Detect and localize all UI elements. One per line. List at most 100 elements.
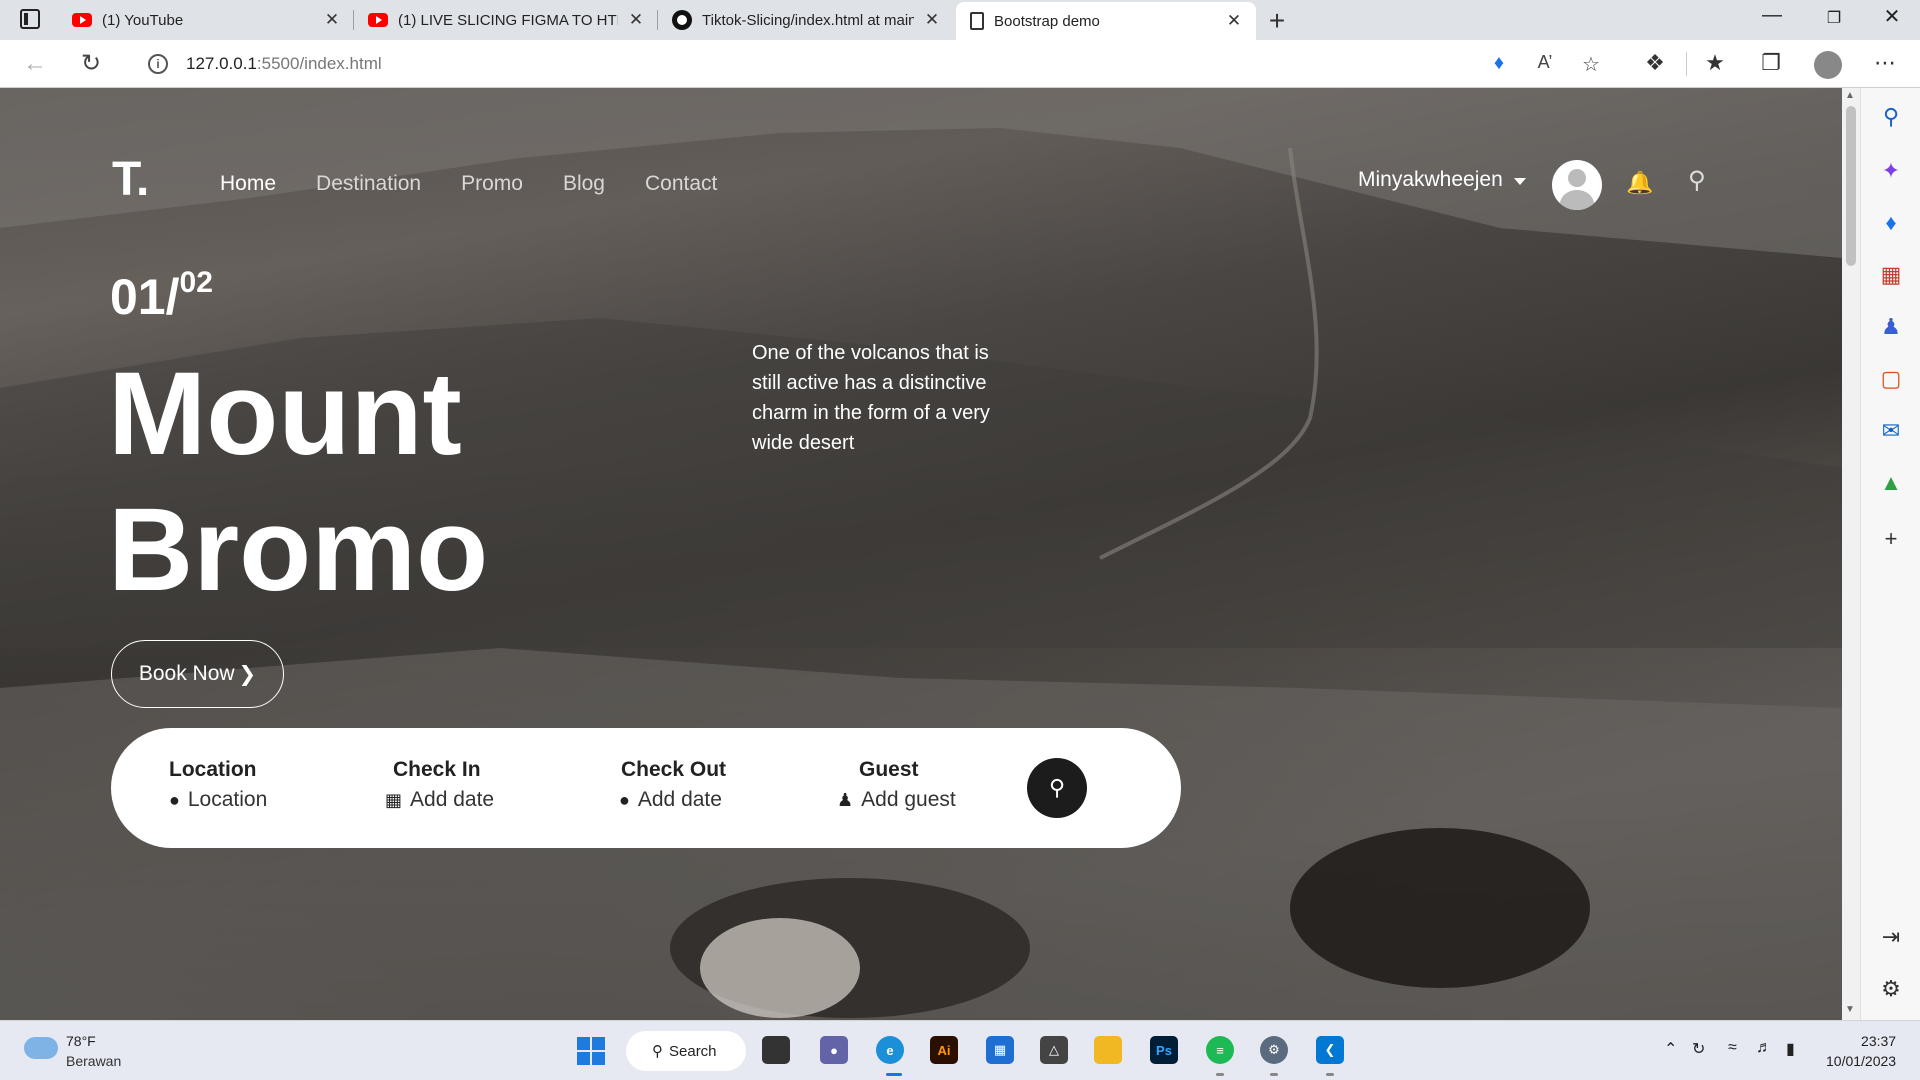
tab-label: Bootstrap demo [994, 12, 1100, 30]
tab-youtube[interactable]: (1) YouTube ✕ [58, 0, 354, 40]
scroll-thumb[interactable] [1846, 106, 1856, 266]
close-icon[interactable]: ✕ [626, 10, 646, 30]
guest-title: Guest [859, 758, 919, 781]
site-info-icon[interactable]: i [148, 54, 168, 74]
book-now-button[interactable]: Book Now ❯ [111, 640, 284, 708]
clock-time: 23:37 [1861, 1033, 1897, 1049]
active-indicator [886, 1073, 902, 1076]
close-icon[interactable]: ✕ [1224, 11, 1244, 31]
youtube-icon [72, 13, 92, 27]
check-in-value: Add date [410, 788, 495, 811]
back-button[interactable]: ← [20, 49, 50, 79]
taskbar-search[interactable]: ⚲ Search [626, 1031, 746, 1071]
task-view-icon[interactable] [762, 1036, 790, 1064]
tools-icon[interactable]: ▦ [1879, 262, 1903, 288]
scroll-down-arrow[interactable]: ▼ [1845, 1004, 1855, 1015]
collections-icon[interactable]: ❐ [1756, 50, 1786, 76]
page-viewport: T. Home Destination Promo Blog Contact M… [0, 88, 1842, 1020]
nav-home[interactable]: Home [220, 172, 276, 196]
window-close-button[interactable]: ✕ [1872, 4, 1912, 29]
read-aloud-icon[interactable]: A’ [1532, 52, 1558, 73]
sync-icon[interactable]: ↻ [1692, 1039, 1705, 1059]
copilot-icon[interactable]: ✦ [1879, 158, 1903, 184]
add-icon[interactable]: + [1879, 526, 1903, 552]
url-path: :5500/index.html [256, 54, 382, 73]
add-favorite-icon[interactable]: ☆ [1578, 52, 1604, 77]
start-button[interactable] [577, 1037, 605, 1065]
search-submit-button[interactable]: ⚲ [1027, 758, 1087, 818]
teams-icon[interactable]: ● [820, 1036, 848, 1064]
new-tab-button[interactable]: + [1262, 5, 1292, 37]
page-scrollbar[interactable]: ▲ ▼ [1842, 88, 1860, 1020]
edge-icon[interactable]: e [876, 1036, 904, 1064]
shopping-icon[interactable]: ♦ [1879, 210, 1903, 236]
tab-bootstrap-demo[interactable]: Bootstrap demo ✕ [956, 2, 1256, 40]
show-hidden-icons-icon[interactable]: ⌃ [1664, 1039, 1677, 1059]
hide-sidebar-icon[interactable]: ⇥ [1879, 924, 1903, 950]
nav-promo[interactable]: Promo [461, 172, 523, 196]
tab-live-slicing[interactable]: (1) LIVE SLICING FIGMA TO HTML ✕ [354, 0, 658, 40]
spotify-icon[interactable]: ≡ [1206, 1036, 1234, 1064]
github-icon [672, 10, 692, 30]
tab-actions-icon[interactable] [20, 9, 40, 29]
favorites-icon[interactable]: ★ [1700, 50, 1730, 76]
slide-counter: 01/02 [110, 266, 213, 326]
nav-contact[interactable]: Contact [645, 172, 717, 196]
tab-label: (1) LIVE SLICING FIGMA TO HTML [398, 11, 618, 29]
location-title: Location [169, 758, 257, 781]
tree-icon[interactable]: ▲ [1879, 470, 1903, 496]
scroll-up-arrow[interactable]: ▲ [1845, 90, 1855, 101]
photoshop-icon[interactable]: Ps [1150, 1036, 1178, 1064]
search-icon[interactable]: ⚲ [1879, 104, 1903, 130]
more-options-icon[interactable]: ⋯ [1870, 50, 1900, 76]
url-host: 127.0.0.1 [186, 54, 257, 73]
location-field[interactable]: Location ● Location [169, 758, 267, 812]
reload-button[interactable]: ↻ [76, 49, 106, 79]
unity-icon[interactable]: △ [1040, 1036, 1068, 1064]
gear-icon[interactable]: ⚙ [1879, 976, 1903, 1002]
battery-icon[interactable]: ▮ [1786, 1039, 1795, 1059]
url-box[interactable]: i 127.0.0.1:5500/index.html ♦ A’ ☆ [124, 46, 1614, 82]
store-icon[interactable]: ▦ [986, 1036, 1014, 1064]
settings-gear-icon[interactable]: ⚙ [1260, 1036, 1288, 1064]
brand-logo[interactable]: T. [112, 152, 149, 207]
guest-field[interactable]: Guest ♟ Add guest [837, 758, 956, 812]
running-indicator [1216, 1073, 1224, 1076]
weather-condition[interactable]: Berawan [66, 1053, 121, 1069]
hero-title-line-1: Mount [108, 348, 462, 480]
cloud-icon[interactable] [24, 1037, 58, 1059]
url-text[interactable]: 127.0.0.1:5500/index.html [186, 54, 382, 74]
close-icon[interactable]: ✕ [922, 10, 942, 30]
tab-github[interactable]: Tiktok-Slicing/index.html at main ✕ [658, 0, 954, 40]
check-in-field[interactable]: Check In ▦ Add date [385, 758, 494, 812]
office-icon[interactable]: ▢ [1879, 366, 1903, 392]
wifi-icon[interactable]: ≈ [1728, 1039, 1737, 1057]
illustrator-icon[interactable]: Ai [930, 1036, 958, 1064]
search-icon: ⚲ [1048, 775, 1066, 800]
weather-temperature[interactable]: 78°F [66, 1033, 96, 1049]
tab-label: (1) YouTube [102, 11, 184, 29]
vscode-icon[interactable]: ❮ [1316, 1036, 1344, 1064]
user-menu[interactable]: Minyakwheejen [1358, 168, 1503, 192]
map-pin-icon: ● [619, 789, 630, 810]
restore-button[interactable]: ❐ [1814, 8, 1854, 28]
check-out-field[interactable]: Check Out ● Add date [619, 758, 726, 812]
profile-avatar[interactable] [1814, 51, 1842, 79]
outlook-icon[interactable]: ✉ [1879, 418, 1903, 444]
chevron-down-icon[interactable] [1514, 178, 1526, 185]
extensions-icon[interactable]: ❖ [1640, 50, 1670, 76]
bell-icon[interactable]: 🔔 [1626, 170, 1653, 196]
nav-destination[interactable]: Destination [316, 172, 421, 196]
games-icon[interactable]: ♟ [1879, 314, 1903, 340]
folder-icon[interactable] [1094, 1036, 1122, 1064]
windows-taskbar: 78°F Berawan ⚲ Search ● e Ai ▦ △ Ps ≡ ⚙ ❮… [0, 1020, 1920, 1080]
user-avatar[interactable] [1552, 160, 1602, 210]
close-icon[interactable]: ✕ [322, 10, 342, 30]
check-out-value: Add date [637, 788, 722, 811]
volume-icon[interactable]: ♬ [1756, 1039, 1772, 1057]
nav-blog[interactable]: Blog [563, 172, 605, 196]
minimize-button[interactable]: — [1752, 4, 1792, 27]
shopping-tag-icon[interactable]: ♦ [1486, 52, 1512, 75]
system-clock[interactable]: 23:37 10/01/2023 [1826, 1031, 1896, 1071]
search-icon[interactable]: ⚲ [1688, 166, 1706, 195]
